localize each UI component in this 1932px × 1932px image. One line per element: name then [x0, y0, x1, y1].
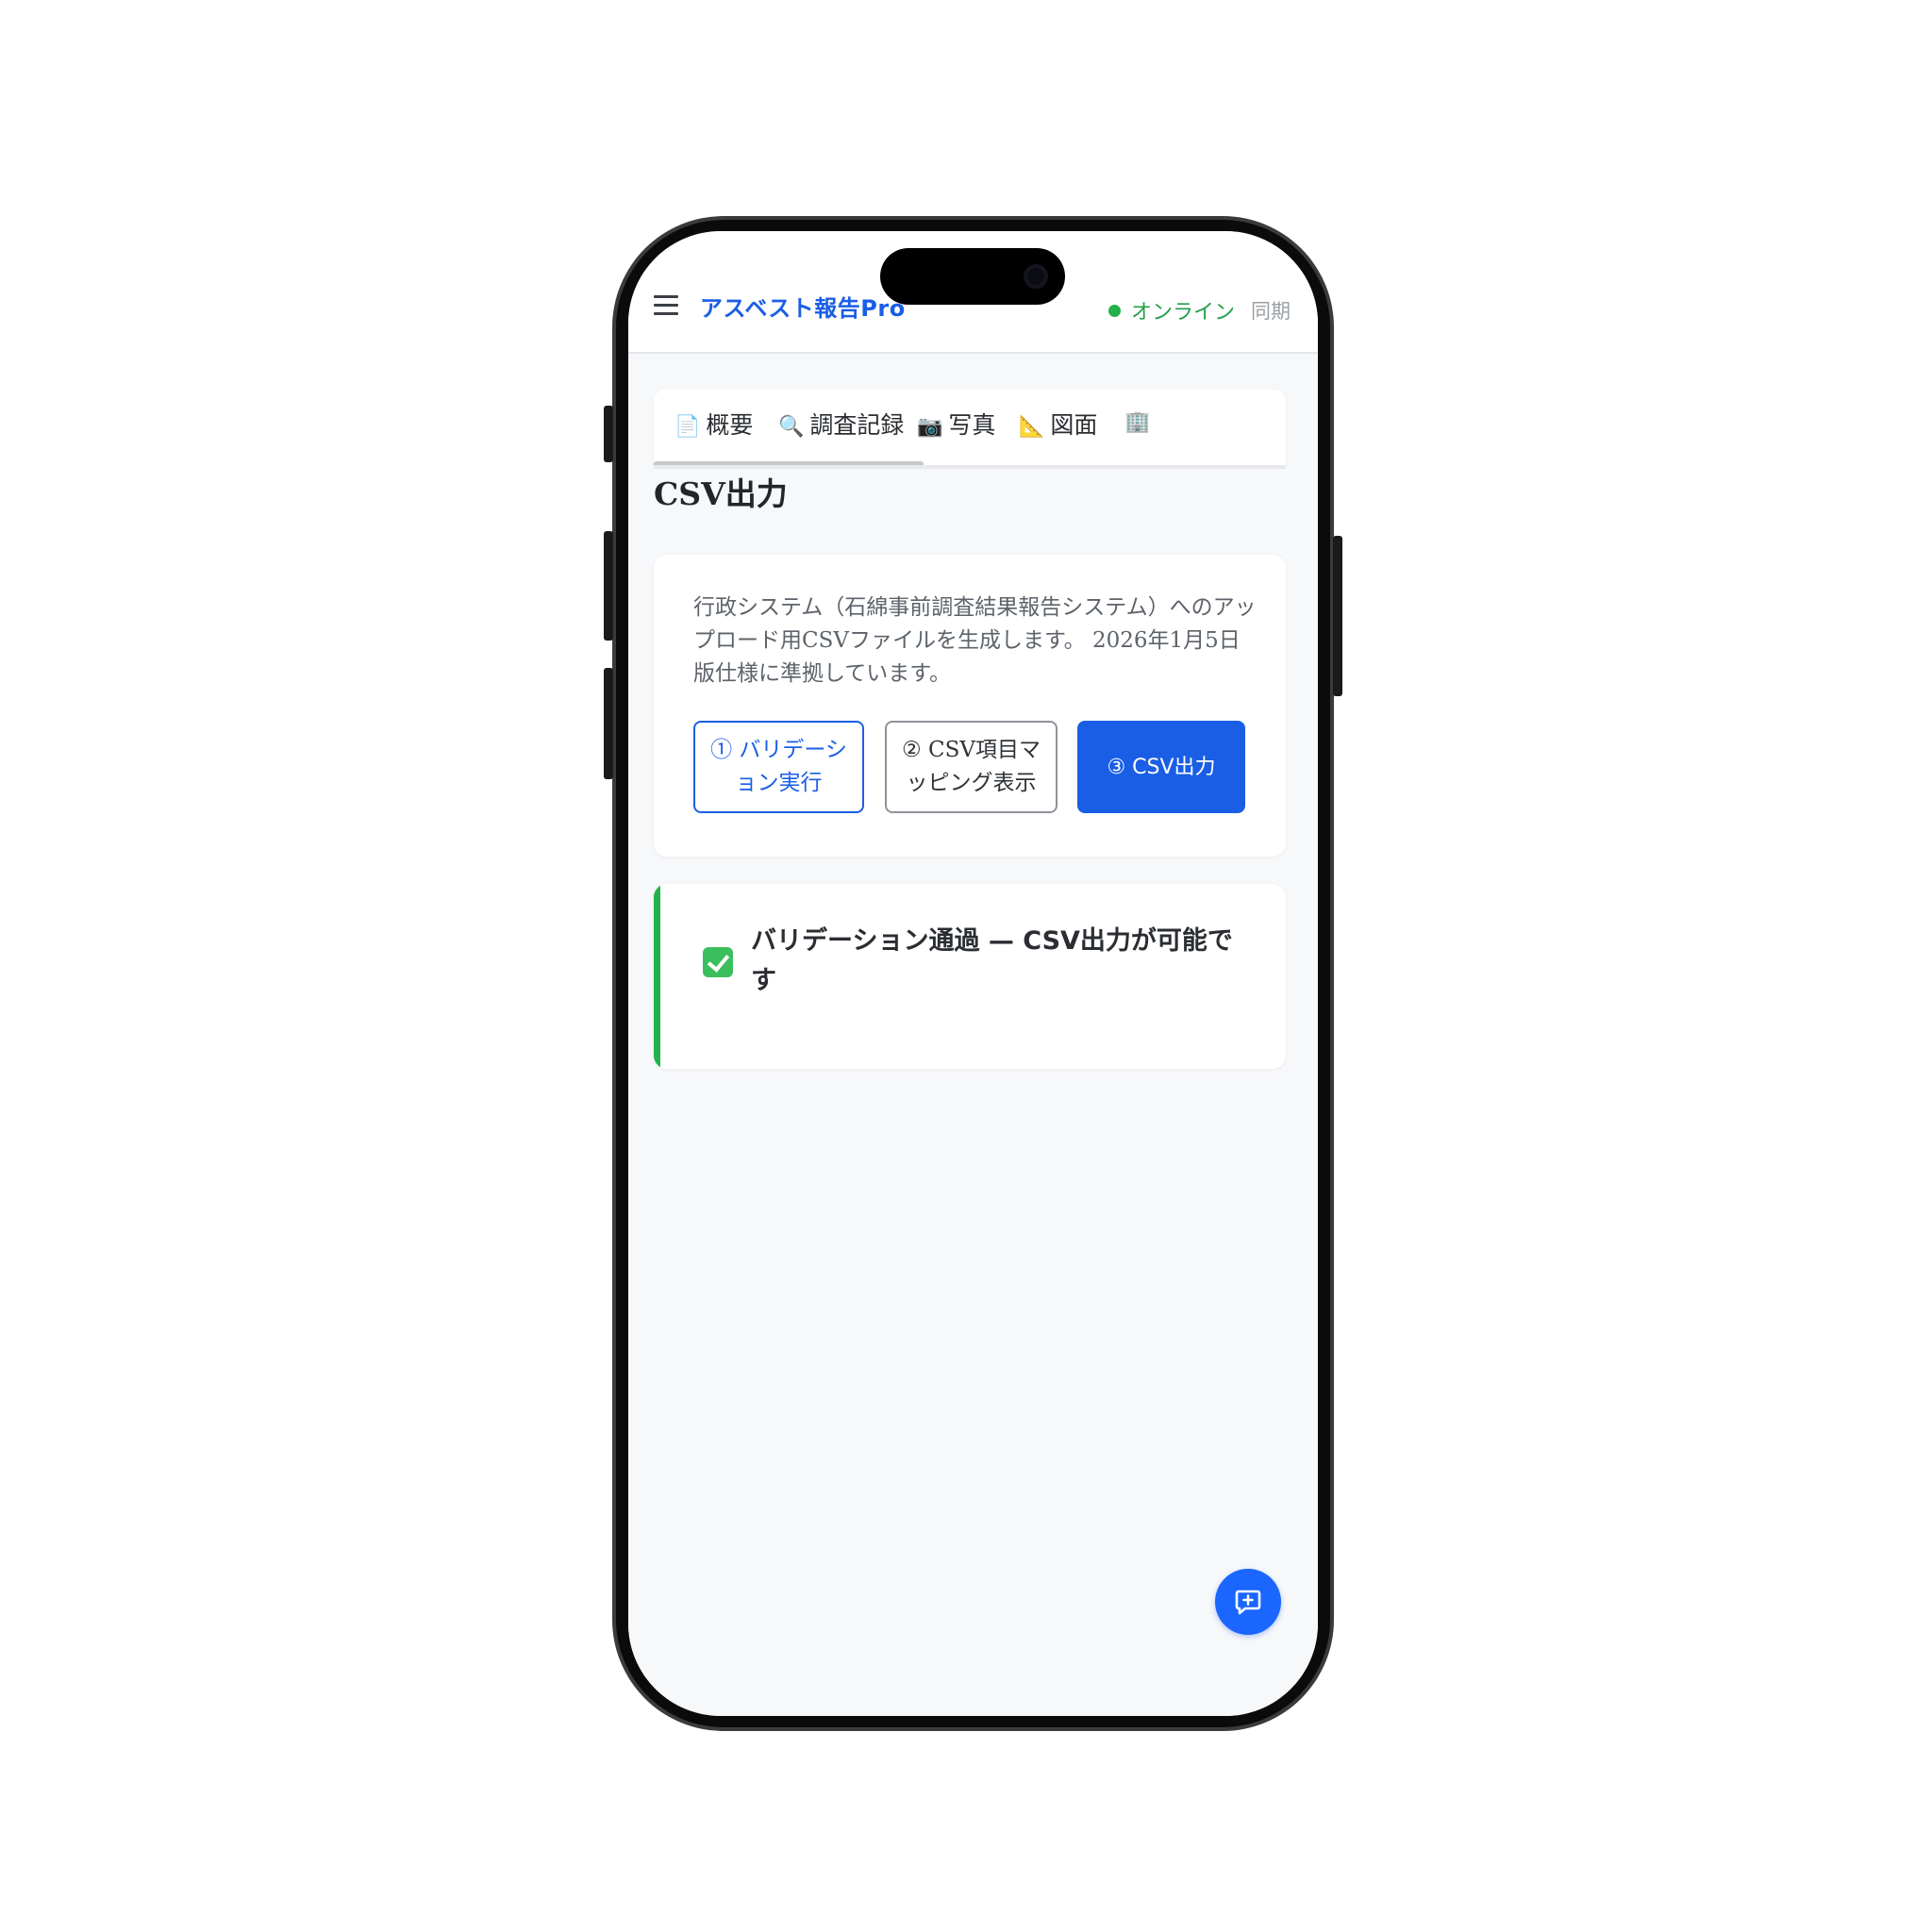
- tab-survey-records[interactable]: 🔍 調査記録: [778, 407, 904, 441]
- run-validation-button[interactable]: ① バリデーション実行: [693, 721, 864, 813]
- volume-down-button: [604, 668, 613, 779]
- volume-up-button: [604, 531, 613, 641]
- success-accent-bar: [654, 884, 660, 1069]
- csv-export-button[interactable]: ③ CSV出力: [1077, 721, 1245, 813]
- online-status-dot-icon: [1108, 305, 1121, 317]
- validation-result-text: バリデーション通過 — CSV出力が可能です: [751, 926, 1233, 995]
- validation-result-card: バリデーション通過 — CSV出力が可能です: [654, 884, 1286, 1069]
- description-text: 行政システム（石綿事前調査結果報告システム）へのアップロード用CSVファイルを生…: [693, 595, 1257, 686]
- page-title: CSV出力: [654, 475, 788, 512]
- camera-icon: [1024, 264, 1048, 289]
- comment-plus-icon: [1235, 1590, 1261, 1615]
- document-icon: 📄: [675, 415, 701, 439]
- action-button: [604, 406, 613, 462]
- search-icon: 🔍: [778, 415, 805, 439]
- tab-label: 概要: [706, 411, 754, 439]
- check-icon: [703, 947, 733, 977]
- tab-label: 図面: [1050, 411, 1098, 439]
- tab-building[interactable]: 🏢: [1124, 407, 1156, 434]
- tab-photos[interactable]: 📷 写真: [917, 407, 995, 441]
- tab-label: 写真: [948, 411, 996, 439]
- tab-drawings[interactable]: 📐 図面: [1019, 407, 1097, 441]
- show-mapping-button[interactable]: ② CSV項目マッピング表示: [885, 721, 1058, 813]
- tab-overview[interactable]: 📄 概要: [675, 407, 753, 441]
- dynamic-island: [880, 248, 1065, 305]
- phone-screen: アスベスト報告Pro オンライン 同期 📄 概要 🔍 調査記録 📷 写真 📐 図面 🏢: [628, 231, 1318, 1716]
- online-status-text: オンライン: [1131, 301, 1236, 325]
- camera-icon: 📷: [917, 415, 943, 439]
- triangle-ruler-icon: 📐: [1019, 415, 1045, 439]
- hamburger-menu-icon[interactable]: [654, 295, 678, 316]
- csv-export-card: 行政システム（石綿事前調査結果報告システム）へのアップロード用CSVファイルを生…: [654, 555, 1286, 857]
- main-content: 📄 概要 🔍 調査記録 📷 写真 📐 図面 🏢 CSV出力 行政システム（石綿事前調査結…: [628, 354, 1318, 1716]
- building-icon: 🏢: [1124, 410, 1151, 434]
- tab-label: 調査記録: [809, 411, 905, 439]
- tab-bar: 📄 概要 🔍 調査記録 📷 写真 📐 図面 🏢: [654, 390, 1286, 467]
- app-title: アスベスト報告Pro: [700, 295, 906, 322]
- power-button: [1333, 536, 1342, 696]
- feedback-fab-button[interactable]: [1215, 1569, 1281, 1635]
- sync-button[interactable]: 同期: [1251, 296, 1291, 325]
